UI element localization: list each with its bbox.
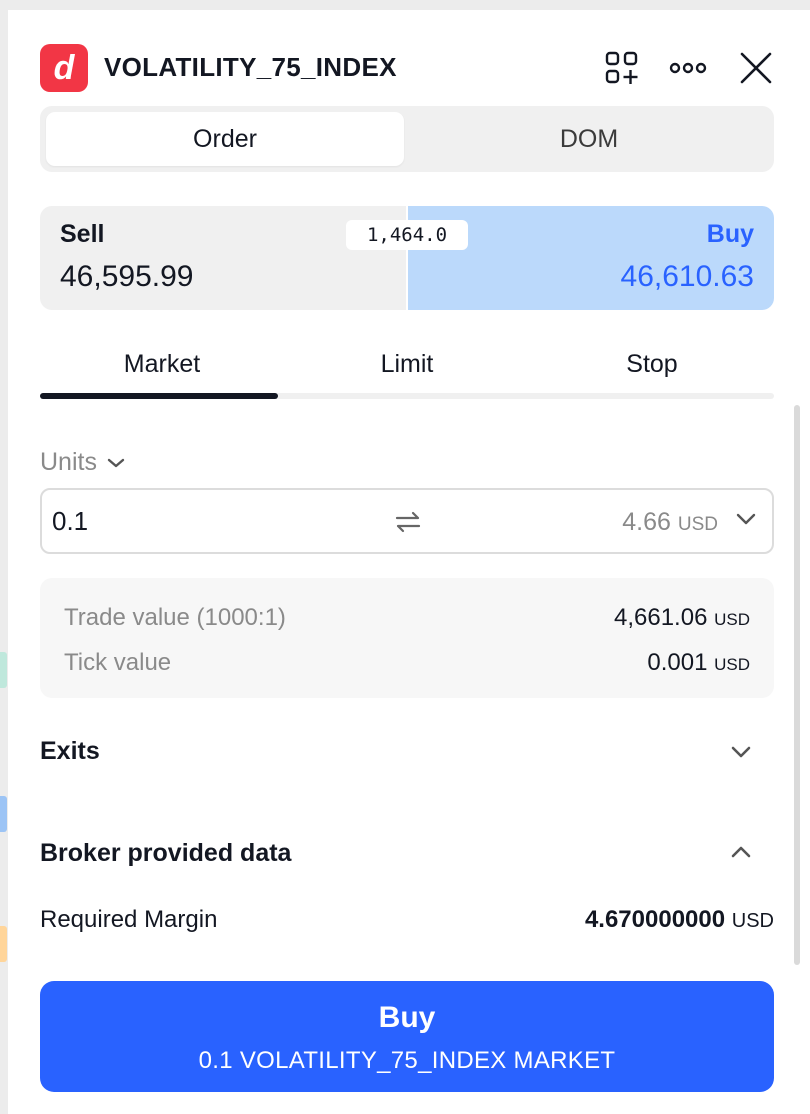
symbol-title: VOLATILITY_75_INDEX: [104, 52, 397, 82]
required-margin-label: Required Margin: [40, 906, 218, 933]
trade-value-amount: 4,661.06: [614, 604, 708, 631]
submit-title: Buy: [378, 1001, 436, 1034]
units-field: 4.66 USD: [40, 488, 774, 554]
chevron-up-icon[interactable]: [730, 844, 752, 860]
sell-price: 46,595.99: [60, 260, 194, 293]
tick-value-row: Tick value 0.001 USD: [64, 649, 750, 677]
submit-subtitle: 0.1 VOLATILITY_75_INDEX MARKET: [198, 1047, 616, 1074]
trade-value: 4,661.06 USD: [614, 604, 750, 632]
tick-value: 0.001 USD: [647, 649, 750, 677]
chevron-down-icon[interactable]: [736, 512, 756, 526]
required-margin-currency: USD: [731, 910, 774, 932]
trade-value-row: Trade value (1000:1) 4,661.06 USD: [64, 604, 750, 632]
swap-icon[interactable]: [392, 508, 424, 536]
broker-logo: d: [40, 44, 88, 92]
tab-active-indicator: [40, 393, 278, 399]
more-icon[interactable]: [668, 48, 708, 88]
edge-marker-teal: [0, 652, 7, 688]
mode-tabs: Order DOM: [40, 106, 774, 172]
units-selector[interactable]: Units: [40, 448, 125, 477]
trade-info-box: Trade value (1000:1) 4,661.06 USD Tick v…: [40, 578, 774, 698]
add-layout-icon[interactable]: [602, 48, 642, 88]
close-icon[interactable]: [736, 48, 776, 88]
sell-label: Sell: [60, 220, 105, 248]
units-label: Units: [40, 448, 97, 476]
units-currency: USD: [677, 514, 718, 535]
units-input[interactable]: [52, 498, 352, 544]
tab-stop[interactable]: Stop: [530, 350, 774, 379]
units-amount[interactable]: 4.66 USD: [622, 508, 718, 537]
order-type-tabs: Market Limit Stop: [40, 340, 774, 402]
units-amount-value: 4.66: [622, 508, 671, 536]
required-margin-row: Required Margin 4.670000000 USD: [40, 906, 774, 934]
trade-value-currency: USD: [714, 610, 750, 629]
broker-data-section-header[interactable]: Broker provided data: [40, 839, 291, 868]
required-margin-value: 4.670000000 USD: [585, 906, 774, 934]
chevron-down-icon: [107, 458, 125, 467]
tab-market[interactable]: Market: [40, 350, 284, 379]
tick-value-label: Tick value: [64, 649, 172, 676]
exits-section-header[interactable]: Exits: [40, 737, 100, 766]
scrollbar-thumb[interactable]: [794, 405, 800, 965]
trade-value-label: Trade value (1000:1): [64, 604, 286, 631]
edge-marker-blue: [0, 796, 7, 832]
scrollbar[interactable]: [792, 405, 802, 965]
tick-value-amount: 0.001: [647, 649, 708, 676]
tab-order[interactable]: Order: [46, 112, 404, 166]
edge-marker-orange: [0, 926, 7, 962]
tab-limit[interactable]: Limit: [285, 350, 529, 379]
submit-buy-button[interactable]: Buy 0.1 VOLATILITY_75_INDEX MARKET: [40, 981, 774, 1092]
chevron-down-icon[interactable]: [730, 744, 752, 760]
tab-dom[interactable]: DOM: [410, 112, 768, 166]
buy-price: 46,610.63: [620, 260, 754, 293]
tick-value-currency: USD: [714, 655, 750, 674]
required-margin-amount: 4.670000000: [584, 906, 726, 933]
spread-badge: 1,464.0: [346, 220, 468, 250]
buy-label: Buy: [706, 220, 754, 248]
quote-panel: Sell 46,595.99 Buy 46,610.63 1,464.0: [40, 206, 774, 310]
order-panel: d VOLATILITY_75_INDEX Order DOM Sell 46,…: [8, 10, 810, 1114]
panel-header: d VOLATILITY_75_INDEX: [40, 36, 782, 92]
